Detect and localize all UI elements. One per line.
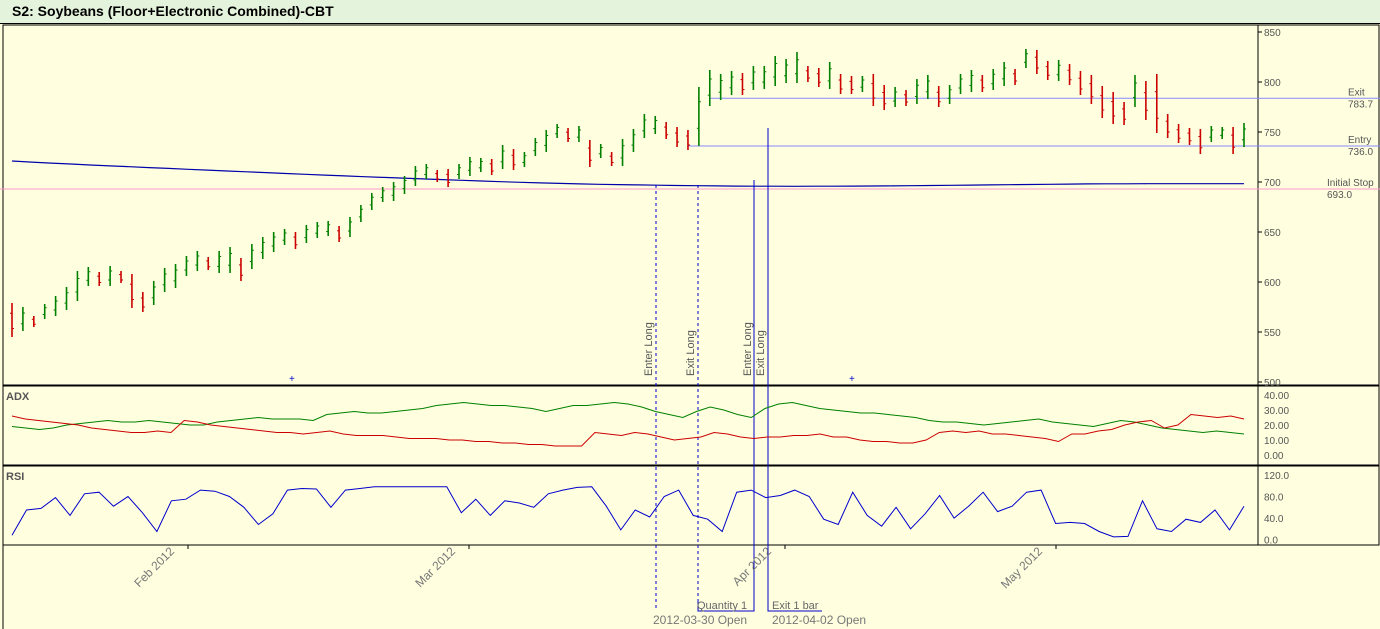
chart-marker: + — [849, 374, 855, 385]
signal-label: Exit Long — [685, 330, 697, 376]
price-tick-label: 800 — [1264, 78, 1281, 89]
adx-panel-title: ADX — [6, 391, 30, 403]
rsi-tick-label: 40.0 — [1264, 514, 1284, 525]
adx-tick-label: 40.00 — [1264, 391, 1289, 402]
moving-average-line — [11, 160, 1244, 187]
panel-frames — [2, 24, 1380, 629]
date-tick-label: Feb 2012 — [131, 544, 177, 590]
price-tick-label: 700 — [1264, 178, 1281, 189]
rsi-tick-label: 80.0 — [1264, 493, 1284, 504]
adx-tick-label: 20.00 — [1264, 421, 1289, 432]
price-tick-label: 600 — [1264, 278, 1281, 289]
signal-label: Enter Long — [742, 322, 754, 376]
signal-label: Enter Long — [643, 322, 655, 376]
rsi-panel: RSI 120.0 80.0 40.0 0.0 — [6, 471, 1289, 547]
adx-panel: ADX 40.00 30.00 20.00 10.00 0.00 — [6, 391, 1289, 462]
adx-panel-frame — [2, 385, 1380, 466]
rsi-tick-label: 120.0 — [1264, 471, 1289, 482]
date-tick-label: Mar 2012 — [412, 544, 458, 590]
trade-exit-label: Exit 1 bar — [772, 600, 819, 612]
annotation-label: Initial Stop — [1327, 178, 1374, 189]
price-tick-label: 500 — [1264, 378, 1281, 389]
price-tick-label: 550 — [1264, 328, 1281, 339]
price-tick-label: 850 — [1264, 28, 1281, 39]
signal-label: Exit Long — [755, 330, 767, 376]
adx-red-line — [11, 413, 1245, 447]
adx-tick-label: 10.00 — [1264, 436, 1289, 447]
annotation-label: Exit — [1348, 87, 1365, 98]
trade-exit-date-label: 2012-04-02 Open — [772, 613, 866, 627]
price-tick-label: 650 — [1264, 228, 1281, 239]
price-panel: 850 800 750 700 650 600 550 500 Exit783.7 Entry73… — [0, 28, 1380, 611]
annotation-label: Entry — [1348, 135, 1371, 146]
adx-tick-label: 30.00 — [1264, 406, 1289, 417]
trade-entry-date-label: 2012-03-30 Open — [653, 613, 747, 627]
chart-marker: + — [289, 374, 295, 385]
rsi-panel-frame — [2, 465, 1380, 546]
adx-green-line — [11, 401, 1245, 435]
date-tick-label: May 2012 — [998, 544, 1045, 591]
trade-quantity-label: Quantity 1 — [697, 600, 747, 612]
x-axis: Feb 2012 Mar 2012 Apr 2012 May 2012Quantity… — [131, 544, 1057, 627]
rsi-line — [11, 486, 1245, 538]
annotation-value: 693.0 — [1327, 190, 1352, 201]
adx-tick-label: 0.00 — [1264, 451, 1284, 462]
rsi-tick-label: 0.0 — [1264, 536, 1278, 547]
rsi-panel-title: RSI — [6, 471, 24, 483]
chart-svg: 850 800 750 700 650 600 550 500 Exit783.7 Entry73… — [0, 24, 1380, 629]
annotation-value: 736.0 — [1348, 147, 1373, 158]
annotation-value: 783.7 — [1348, 99, 1373, 110]
price-tick-label: 750 — [1264, 128, 1281, 139]
